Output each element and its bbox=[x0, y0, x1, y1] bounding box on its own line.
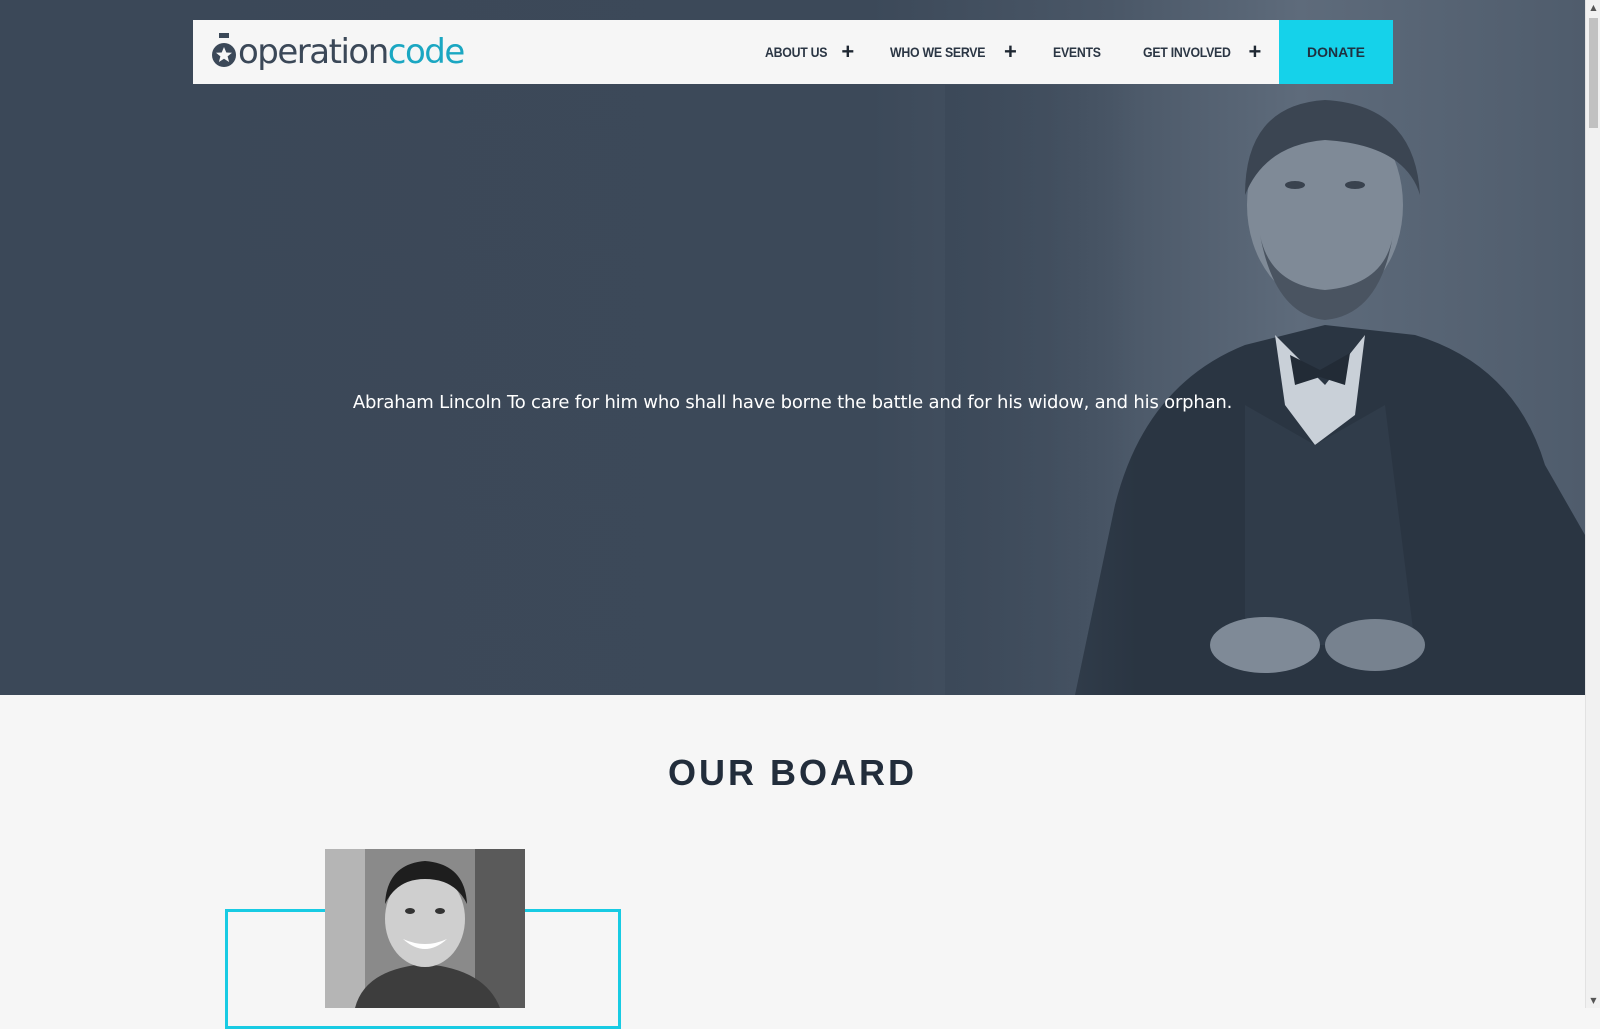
scroll-down-arrow-icon[interactable]: ▼ bbox=[1586, 993, 1600, 1008]
board-member-photo[interactable] bbox=[325, 849, 525, 1008]
medal-star-icon bbox=[212, 33, 236, 67]
donate-button[interactable]: DONATE bbox=[1279, 20, 1393, 84]
nav-menu: ABOUT US + WHO WE SERVE + EVENTS GET INV… bbox=[747, 20, 1393, 84]
main-navigation: operationcode ABOUT US + WHO WE SERVE + … bbox=[193, 20, 1393, 84]
scrollbar-thumb[interactable] bbox=[1589, 18, 1598, 128]
hero-section: Abraham Lincoln To care for him who shal… bbox=[0, 0, 1585, 695]
logo-text-code: code bbox=[387, 32, 466, 72]
nav-item-label: ABOUT US bbox=[764, 44, 827, 60]
hero-quote: Abraham Lincoln To care for him who shal… bbox=[352, 392, 1233, 413]
logo-text-operation: operation bbox=[238, 32, 389, 72]
board-heading: OUR BOARD bbox=[668, 752, 917, 793]
nav-item-who-we-serve[interactable]: WHO WE SERVE + bbox=[872, 20, 1035, 84]
lincoln-portrait bbox=[945, 85, 1585, 695]
nav-item-about-us[interactable]: ABOUT US + bbox=[747, 20, 872, 84]
nav-item-label: GET INVOLVED bbox=[1142, 44, 1231, 60]
scroll-up-arrow-icon[interactable]: ▲ bbox=[1586, 0, 1600, 15]
logo-wordmark: operationcode bbox=[238, 32, 466, 72]
page-scrollbar[interactable]: ▲ ▼ bbox=[1585, 0, 1600, 1008]
person-photo-icon bbox=[325, 849, 525, 1008]
nav-item-get-involved[interactable]: GET INVOLVED + bbox=[1125, 20, 1279, 84]
site-logo[interactable]: operationcode bbox=[211, 20, 466, 84]
plus-icon[interactable]: + bbox=[1248, 41, 1261, 63]
nav-item-label: EVENTS bbox=[1052, 44, 1101, 60]
nav-item-label: WHO WE SERVE bbox=[889, 44, 986, 60]
plus-icon[interactable]: + bbox=[841, 41, 854, 63]
plus-icon[interactable]: + bbox=[1004, 41, 1017, 63]
nav-item-events[interactable]: EVENTS bbox=[1035, 20, 1125, 84]
